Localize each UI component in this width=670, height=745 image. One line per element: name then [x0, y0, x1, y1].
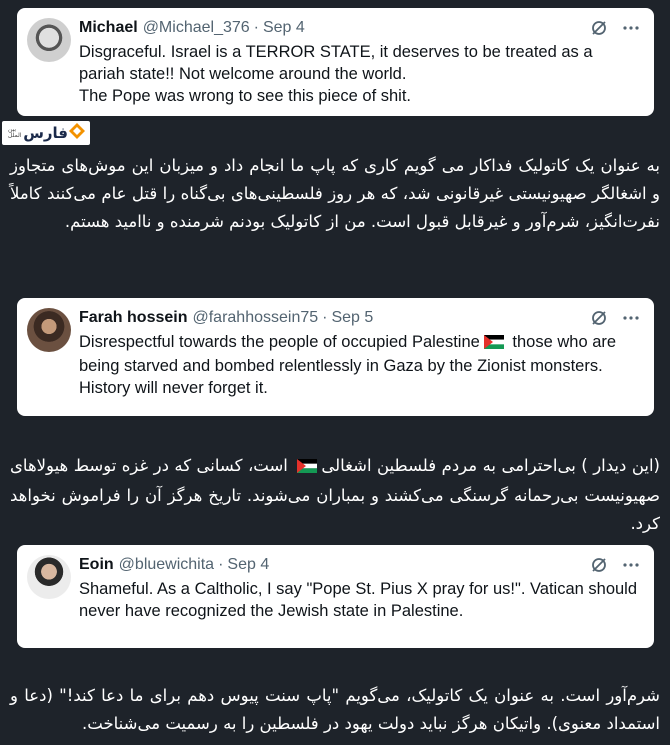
tweet-card-eoin[interactable]: Eoin @bluewichita · Sep 4 Shameful. As a…	[17, 545, 654, 648]
tweet-card-farah[interactable]: Farah hossein @farahhossein75 · Sep 5 Di…	[17, 298, 654, 416]
more-icon[interactable]	[622, 309, 640, 327]
separator-dot: ·	[218, 556, 224, 573]
tweet-date[interactable]: Sep 5	[331, 308, 373, 328]
author-name[interactable]: Farah hossein	[79, 308, 187, 328]
separator-dot: ·	[253, 19, 259, 36]
logo-subtitle: بین الملل	[8, 127, 22, 139]
logo-name: فارس	[23, 125, 68, 142]
fars-logo: بین الملل فارس	[2, 121, 90, 145]
more-icon[interactable]	[622, 19, 640, 37]
persian-translation-1: به عنوان یک کاتولیک فداکار می گویم کاری …	[10, 156, 660, 231]
author-name[interactable]: Eoin	[79, 555, 114, 575]
tweet-text: Disgraceful. Israel is a TERROR STATE, i…	[79, 43, 593, 105]
tweet-date[interactable]: Sep 4	[263, 18, 305, 38]
author-handle[interactable]: @farahhossein75	[192, 308, 318, 328]
persian-translation-2: (این دیدار ) بی‌احترامی به مردم فلسطین ا…	[10, 452, 660, 538]
avatar[interactable]	[27, 18, 71, 62]
separator-dot: ·	[322, 309, 328, 326]
palestine-flag-icon	[483, 333, 504, 355]
author-name[interactable]: Michael	[79, 18, 138, 38]
logo-mark-icon	[68, 122, 86, 145]
author-handle[interactable]: @Michael_376	[143, 18, 250, 38]
tweet-card-michael[interactable]: Michael @Michael_376 · Sep 4 Disgraceful…	[17, 8, 654, 116]
persian-translation-3: شرم‌آور است. به عنوان یک کاتولیک، می‌گوی…	[10, 686, 660, 733]
tweet-text: Disrespectful towards the people of occu…	[79, 331, 640, 399]
grok-icon[interactable]	[590, 309, 608, 327]
more-icon[interactable]	[622, 556, 640, 574]
author-handle[interactable]: @bluewichita	[119, 555, 214, 575]
grok-icon[interactable]	[590, 556, 608, 574]
tweet-text-part: Disrespectful towards the people of occu…	[79, 333, 480, 351]
tweet-text: Shameful. As a Caltholic, I say "Pope St…	[79, 580, 638, 620]
palestine-flag-icon	[297, 454, 318, 482]
avatar[interactable]	[27, 308, 71, 352]
tweet-date[interactable]: Sep 4	[227, 555, 269, 575]
translation-text-part: (این دیدار ) بی‌احترامی به مردم فلسطین ا…	[321, 456, 660, 475]
avatar[interactable]	[27, 555, 71, 599]
grok-icon[interactable]	[590, 19, 608, 37]
